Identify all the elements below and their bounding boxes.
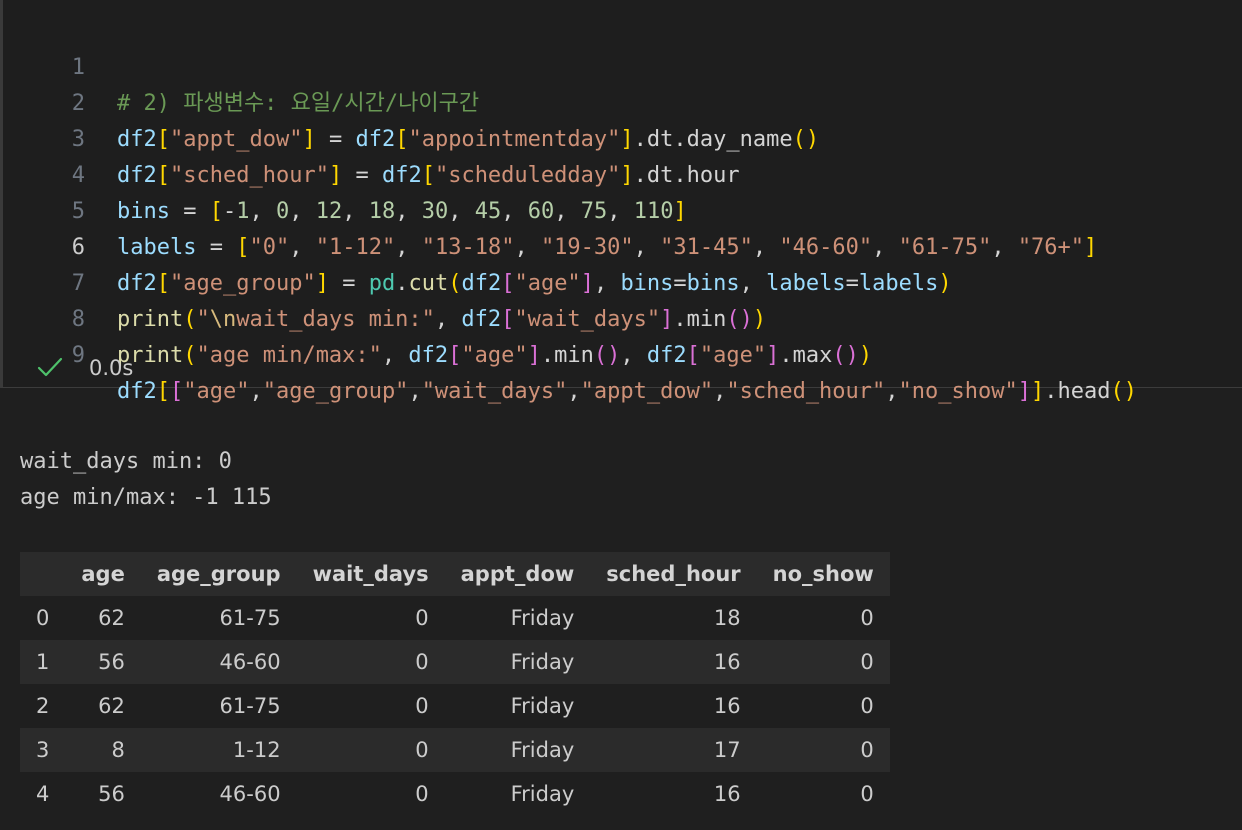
table-cell: 0 — [756, 640, 890, 684]
table-cell: 16 — [590, 684, 757, 728]
table-cell: 56 — [65, 772, 141, 816]
table-cell: 62 — [65, 684, 141, 728]
code-line[interactable]: 1 # 2) 파생변수: 요일/시간/나이구간 — [3, 14, 1242, 116]
table-row: 0 62 61-75 0 Friday 18 0 — [20, 596, 890, 640]
row-index: 3 — [20, 728, 66, 772]
table-cell: 1-12 — [140, 728, 297, 772]
code-line[interactable]: 5 labels = ["0", "1-12", "13-18", "19-30… — [3, 158, 1242, 260]
table-cell: 0 — [296, 772, 445, 816]
code-line[interactable]: 2 df2["appt_dow"] = df2["appointmentday"… — [3, 50, 1242, 152]
table-row: 4 56 46-60 0 Friday 16 0 — [20, 772, 890, 816]
dataframe-table: age age_group wait_days appt_dow sched_h… — [20, 552, 890, 816]
table-cell: 61-75 — [140, 596, 297, 640]
column-header: age_group — [140, 552, 297, 596]
code-line[interactable]: 9 df2[["age","age_group","wait_days","ap… — [3, 302, 1242, 404]
table-cell: 18 — [590, 596, 757, 640]
table-cell: Friday — [444, 640, 591, 684]
cell-output: wait_days min: 0 age min/max: -1 115 — [20, 444, 272, 516]
table-cell: 0 — [756, 772, 890, 816]
table-row: 2 62 61-75 0 Friday 16 0 — [20, 684, 890, 728]
row-index: 1 — [20, 640, 66, 684]
cell-status: 0.0s — [3, 350, 303, 386]
table-cell: 62 — [65, 596, 141, 640]
check-icon — [37, 357, 63, 377]
table-header-row: age age_group wait_days appt_dow sched_h… — [20, 552, 890, 596]
execution-time: 0.0s — [89, 356, 134, 380]
table-cell: 0 — [296, 728, 445, 772]
table-cell: 17 — [590, 728, 757, 772]
table-cell: 0 — [296, 684, 445, 728]
table-cell: Friday — [444, 772, 591, 816]
table-cell: 0 — [756, 596, 890, 640]
table-cell: 61-75 — [140, 684, 297, 728]
table-cell: 8 — [65, 728, 141, 772]
code-line[interactable]: 3 df2["sched_hour"] = df2["scheduledday"… — [3, 86, 1242, 188]
table-cell: 46-60 — [140, 772, 297, 816]
row-index: 4 — [20, 772, 66, 816]
table-cell: Friday — [444, 596, 591, 640]
table-cell: 0 — [756, 728, 890, 772]
code-line[interactable]: 7 print("\nwait_days min:", df2["wait_da… — [3, 230, 1242, 332]
code-line[interactable]: 4 bins = [-1, 0, 12, 18, 30, 45, 60, 75,… — [3, 122, 1242, 224]
table-cell: 16 — [590, 772, 757, 816]
column-header: age — [65, 552, 141, 596]
column-header: no_show — [756, 552, 890, 596]
column-header: wait_days — [296, 552, 445, 596]
table-row: 1 56 46-60 0 Friday 16 0 — [20, 640, 890, 684]
row-index: 0 — [20, 596, 66, 640]
table-cell: 0 — [296, 596, 445, 640]
table-cell: 0 — [296, 640, 445, 684]
code-line[interactable]: 8 print("age min/max:", df2["age"].min()… — [3, 266, 1242, 368]
table-row: 3 8 1-12 0 Friday 17 0 — [20, 728, 890, 772]
column-header-index — [20, 552, 66, 596]
stdout-line: wait_days min: 0 — [20, 449, 232, 474]
stdout-line: age min/max: -1 115 — [20, 485, 272, 510]
table-cell: 56 — [65, 640, 141, 684]
code-cell[interactable]: 1 # 2) 파생변수: 요일/시간/나이구간 2 df2["appt_dow"… — [0, 0, 1242, 404]
column-header: sched_hour — [590, 552, 757, 596]
column-header: appt_dow — [444, 552, 591, 596]
table-cell: 46-60 — [140, 640, 297, 684]
table-cell: 16 — [590, 640, 757, 684]
code-line[interactable]: 6 df2["age_group"] = pd.cut(df2["age"], … — [3, 194, 1242, 296]
code-editor[interactable]: 1 # 2) 파생변수: 요일/시간/나이구간 2 df2["appt_dow"… — [3, 14, 1242, 404]
table-cell: 0 — [756, 684, 890, 728]
table-cell: Friday — [444, 684, 591, 728]
row-index: 2 — [20, 684, 66, 728]
table-cell: Friday — [444, 728, 591, 772]
